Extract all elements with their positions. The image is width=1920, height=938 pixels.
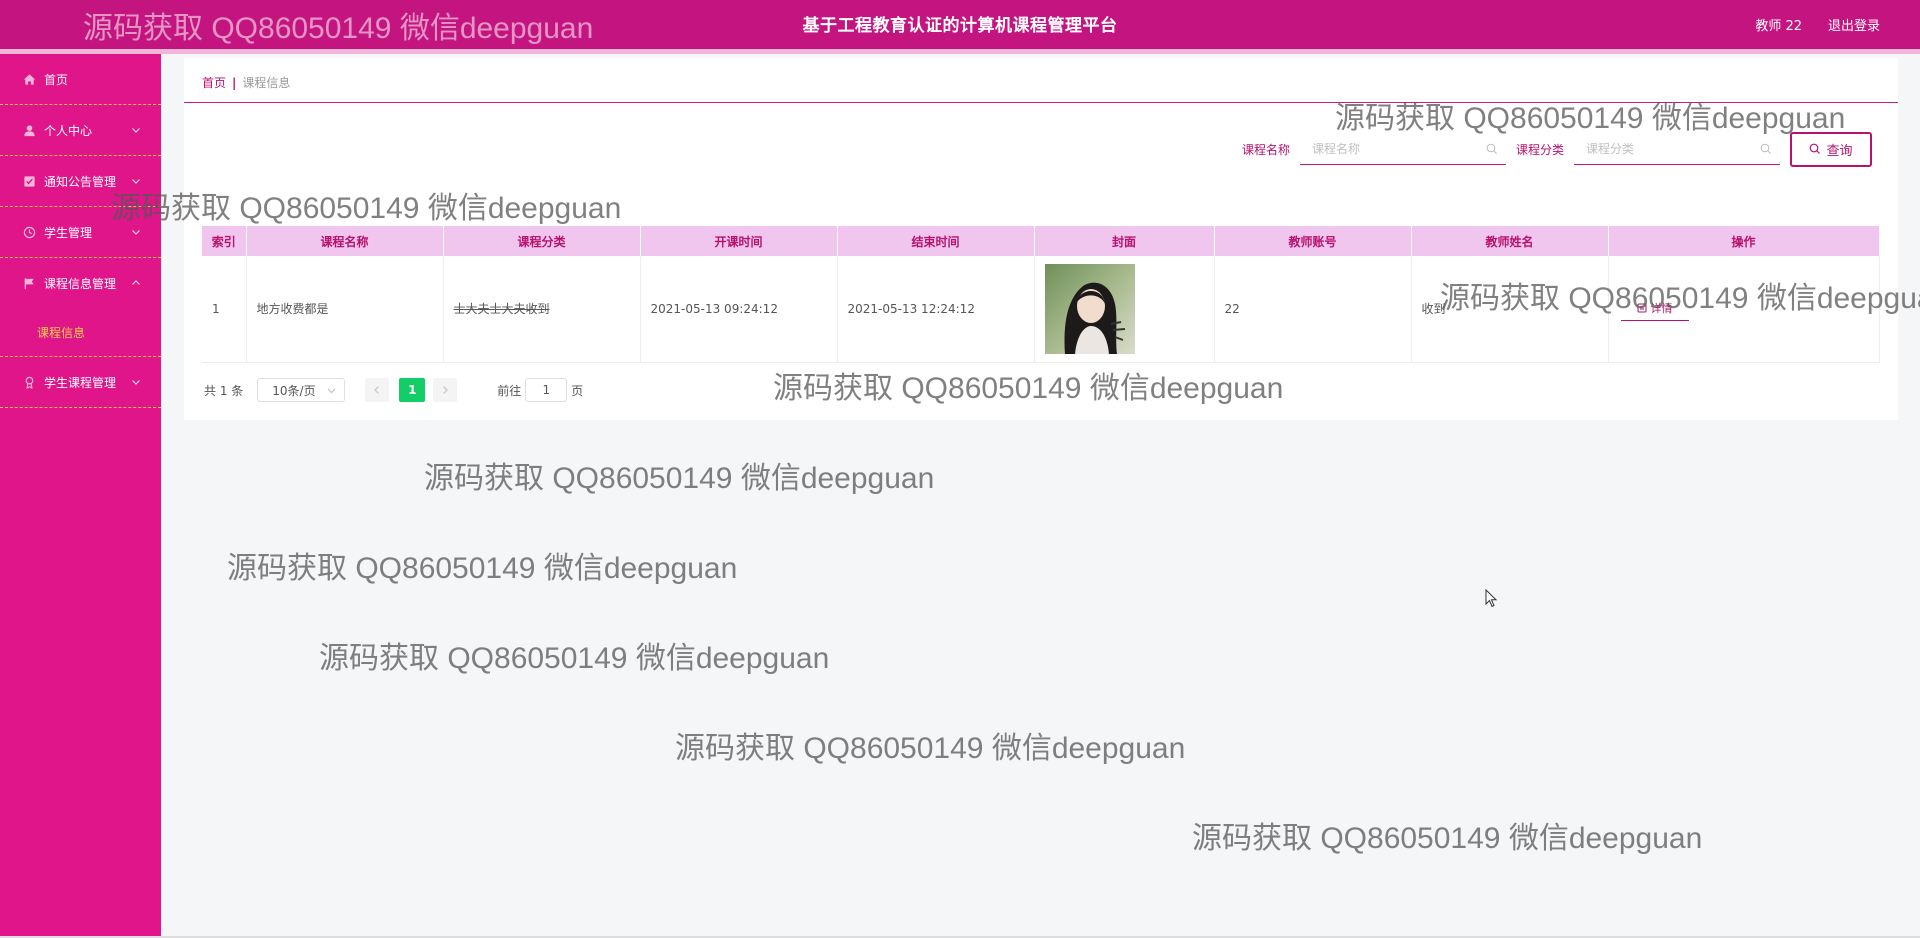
column-header: 课程分类 <box>443 226 641 256</box>
table-row: 1 地方收费都是 士大夫士大夫收到 2021-05-13 09:24:12 20… <box>202 256 1880 363</box>
page-size-select[interactable]: 10条/页 <box>257 378 346 402</box>
current-user-label: 教师 22 <box>1755 19 1802 34</box>
sidebar-item-student-management[interactable]: 学生管理 <box>0 207 161 258</box>
search-icon <box>1486 143 1497 154</box>
sidebar-item-label: 首页 <box>44 72 69 87</box>
cell-cover <box>1034 256 1215 363</box>
chevron-left-icon <box>374 386 380 394</box>
cell-start-time: 2021-05-13 09:24:12 <box>640 256 838 363</box>
query-button[interactable]: 查询 <box>1790 131 1872 167</box>
home-icon <box>22 72 36 86</box>
chevron-down-icon <box>132 179 140 184</box>
sidebar-item-personal-center[interactable]: 个人中心 <box>0 105 161 156</box>
cover-image <box>1044 263 1135 354</box>
clock-icon <box>22 225 36 239</box>
column-header: 教师账号 <box>1214 226 1412 256</box>
mouse-cursor-icon <box>1485 589 1498 608</box>
sidebar-item-home[interactable]: 首页 <box>0 54 161 105</box>
pagination: 共 1 条 10条/页 1 前往 页 <box>204 378 583 402</box>
page-size-value: 10条/页 <box>272 383 316 398</box>
breadcrumb-separator: | <box>232 76 237 90</box>
course-name-field <box>1299 133 1506 165</box>
query-button-label: 查询 <box>1826 143 1853 159</box>
goto-suffix: 页 <box>571 383 584 398</box>
notice-icon <box>22 174 36 188</box>
chevron-right-icon <box>443 386 449 394</box>
medal-icon <box>22 375 36 389</box>
cell-course-category: 士大夫士大夫收到 <box>443 256 641 363</box>
course-category-label: 课程分类 <box>1515 142 1564 157</box>
chevron-down-icon <box>132 128 140 133</box>
breadcrumb-home[interactable]: 首页 <box>202 76 226 90</box>
logout-link[interactable]: 退出登录 <box>1828 15 1880 34</box>
sidebar-item-notice-management[interactable]: 通知公告管理 <box>0 156 161 207</box>
sidebar-item-student-course-management[interactable]: 学生课程管理 <box>0 357 161 408</box>
watermark-text: 源码获取 QQ86050149 微信deepguan <box>675 732 1186 765</box>
cell-teacher-name: 收到 <box>1411 256 1609 363</box>
course-name-input[interactable] <box>1299 133 1506 164</box>
column-header: 结束时间 <box>837 226 1035 256</box>
sidebar: 首页 个人中心 通知公告管理 学生管理 课程信息管理 课程信息 学生课程管理 <box>0 54 161 938</box>
watermark-text: 源码获取 QQ86050149 微信deepguan <box>424 462 935 495</box>
search-icon <box>1810 143 1821 154</box>
cell-course-name: 地方收费都是 <box>246 256 444 363</box>
course-name-label: 课程名称 <box>1241 142 1290 157</box>
document-icon <box>1637 303 1646 313</box>
column-header: 开课时间 <box>640 226 838 256</box>
chevron-down-icon <box>132 230 140 235</box>
column-header: 课程名称 <box>246 226 444 256</box>
prev-page-button[interactable] <box>365 378 390 402</box>
detail-button-label: 详情 <box>1650 302 1673 316</box>
sidebar-item-label: 通知公告管理 <box>44 174 117 189</box>
detail-button[interactable]: 详情 <box>1620 297 1689 321</box>
watermark-text: 源码获取 QQ86050149 微信deepguan <box>319 642 830 675</box>
watermark-text: 源码获取 QQ86050149 微信deepguan <box>1192 822 1703 855</box>
next-page-button[interactable] <box>433 378 458 402</box>
column-header: 操作 <box>1608 226 1880 256</box>
page-number-button[interactable]: 1 <box>399 378 426 402</box>
course-category-input[interactable] <box>1574 133 1780 164</box>
header-accent-strip <box>0 49 1920 54</box>
cell-actions: 详情 <box>1608 256 1880 363</box>
course-table: 索引 课程名称 课程分类 开课时间 结束时间 封面 教师账号 教师姓名 操作 1… <box>202 226 1880 363</box>
breadcrumb: 首页 | 课程信息 <box>202 74 290 91</box>
pagination-total: 共 1 条 <box>204 383 244 398</box>
sidebar-item-course-info-management[interactable]: 课程信息管理 <box>0 258 161 309</box>
chevron-up-icon <box>132 280 140 285</box>
cell-index: 1 <box>202 256 247 363</box>
goto-page-input[interactable] <box>525 378 568 402</box>
sidebar-item-label: 个人中心 <box>44 123 93 138</box>
search-icon <box>1760 143 1771 154</box>
column-header: 索引 <box>202 226 247 256</box>
cell-end-time: 2021-05-13 12:24:12 <box>837 256 1035 363</box>
course-category-field <box>1574 133 1780 165</box>
app-title: 基于工程教育认证的计算机课程管理平台 <box>802 16 1118 36</box>
flag-icon <box>22 277 36 291</box>
sidebar-item-label: 课程信息管理 <box>44 277 117 291</box>
column-header: 封面 <box>1034 226 1215 256</box>
user-icon <box>22 123 36 137</box>
breadcrumb-current: 课程信息 <box>242 76 291 90</box>
sidebar-item-label: 学生课程管理 <box>44 375 117 390</box>
chevron-down-icon <box>327 388 336 394</box>
goto-label: 前往 <box>497 383 522 398</box>
chevron-down-icon <box>132 380 140 385</box>
sidebar-item-label: 学生管理 <box>44 225 93 240</box>
sidebar-subitem-course-info[interactable]: 课程信息 <box>0 309 161 357</box>
cell-teacher-account: 22 <box>1214 256 1412 363</box>
content-panel: 首页 | 课程信息 课程名称 课程分类 查询 索引 课程名称 课程分类 开课时间 <box>184 58 1898 420</box>
top-header-bar: 基于工程教育认证的计算机课程管理平台 教师 22 退出登录 <box>0 0 1920 49</box>
breadcrumb-divider <box>184 102 1898 103</box>
table-header-row: 索引 课程名称 课程分类 开课时间 结束时间 封面 教师账号 教师姓名 操作 <box>202 226 1880 256</box>
search-form: 课程名称 课程分类 查询 <box>1242 131 1872 167</box>
column-header: 教师姓名 <box>1411 226 1609 256</box>
watermark-text: 源码获取 QQ86050149 微信deepguan <box>227 552 738 585</box>
